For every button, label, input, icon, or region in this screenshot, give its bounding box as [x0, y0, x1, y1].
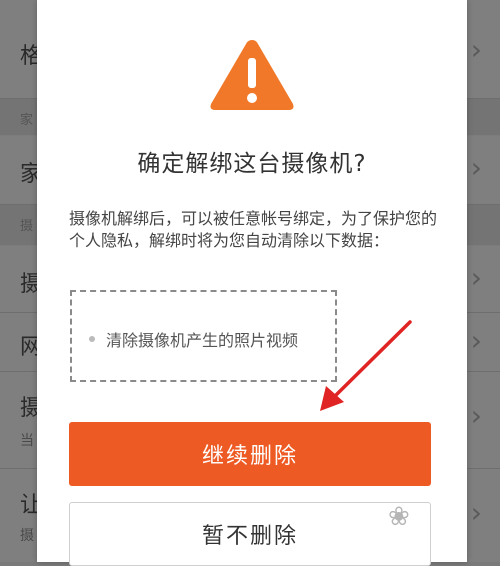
paw-icon: ❀ [388, 502, 410, 532]
settings-row-subtitle: 当 [20, 433, 34, 449]
cancel-delete-button[interactable]: 暂不删除 [69, 502, 431, 566]
continue-delete-button[interactable]: 继续删除 [69, 422, 431, 486]
data-to-clear-item: 清除摄像机产生的照片视频 [106, 331, 299, 350]
baidu-jingyan-watermark-logo: ❀ [388, 502, 498, 558]
chevron-right-icon: › [470, 151, 482, 184]
chevron-right-icon: › [470, 261, 482, 294]
bullet-dot-icon [89, 336, 95, 342]
warning-triangle-icon [210, 40, 294, 110]
chevron-right-icon: › [470, 33, 482, 66]
data-to-clear-box: 清除摄像机产生的照片视频 [70, 290, 337, 382]
chevron-right-icon: › [470, 399, 482, 432]
section-label: 家 [20, 113, 34, 128]
dialog-message: 摄像机解绑后，可以被任意帐号绑定，为了保护您的个人隐私，解绑时将为您自动清除以下… [69, 209, 438, 250]
chevron-right-icon: › [470, 324, 482, 357]
dialog-title: 确定解绑这台摄像机? [137, 151, 367, 177]
unbind-camera-dialog: 确定解绑这台摄像机? 摄像机解绑后，可以被任意帐号绑定，为了保护您的个人隐私，解… [37, 0, 467, 566]
section-label: 摄 [20, 219, 34, 234]
settings-row-subtitle: 摄 [20, 528, 34, 544]
